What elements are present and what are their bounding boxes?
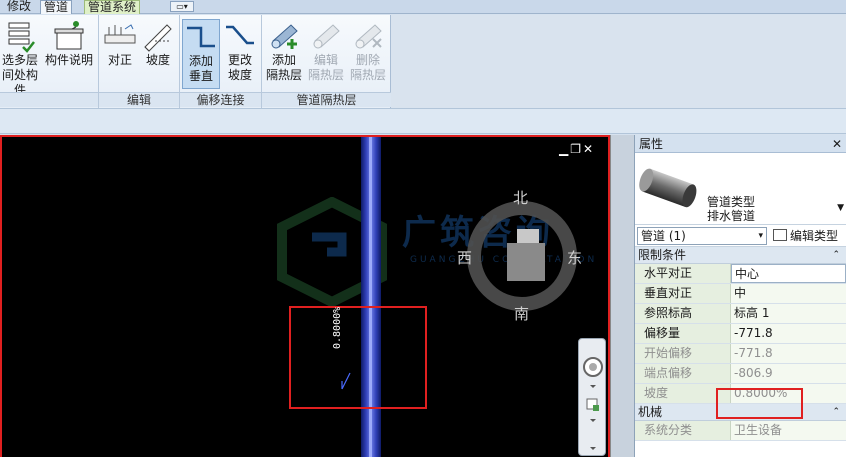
- compass-south[interactable]: 南: [514, 303, 529, 324]
- tab-pipe[interactable]: 管道: [40, 0, 73, 14]
- prop-value-end-offset: -806.9: [731, 364, 846, 383]
- prop-row-end-offset: 端点偏移 -806.9: [635, 364, 846, 384]
- delete-insulation-line1: 删除: [355, 53, 380, 67]
- slope-label: 坡度: [145, 53, 170, 67]
- add-insulation-line2: 隔热层: [265, 68, 302, 82]
- drawing-view[interactable]: 广筑咨询 GUANGZHU CONSULTATION ▁❐✕ 北 南 东 西 0…: [0, 135, 610, 457]
- slope-icon: [141, 19, 175, 53]
- add-vertical-line2: 垂直: [188, 69, 213, 83]
- slope-button[interactable]: 坡度: [140, 19, 176, 89]
- panel-label-offset: 偏移连接: [180, 92, 261, 107]
- restore-icon[interactable]: ❐: [570, 142, 583, 156]
- type-name: 管道类型 排水管道: [707, 195, 755, 223]
- type-name-label: 排水管道: [707, 209, 756, 223]
- prop-value-reference-level[interactable]: 标高 1: [731, 304, 846, 323]
- compass-north[interactable]: 北: [513, 187, 528, 208]
- properties-title: 属性: [639, 137, 664, 151]
- options-bar: [0, 108, 846, 134]
- edit-insulation-line1: 编辑: [313, 53, 338, 67]
- tab-pipe-system[interactable]: 管道系统: [84, 0, 141, 14]
- edit-type-label: 编辑类型: [790, 229, 839, 243]
- prop-value-horizontal-justification[interactable]: 中心: [731, 264, 846, 283]
- prop-row-offset[interactable]: 偏移量 -771.8: [635, 324, 846, 344]
- component-description-label: 构件说明: [44, 53, 93, 67]
- select-multi-line1: 选多层: [1, 53, 38, 67]
- prop-row-system-classification: 系统分类 卫生设备: [635, 421, 846, 441]
- group-constraints-label: 限制条件: [638, 248, 687, 262]
- prop-value-start-offset: -771.8: [731, 344, 846, 363]
- group-mechanical-label: 机械: [638, 405, 663, 419]
- ribbon-tab-bar: 修改 管道 管道系统 ▭▾: [0, 0, 846, 14]
- collapse-icon[interactable]: ⌃: [832, 404, 840, 420]
- close-icon[interactable]: ✕: [832, 135, 842, 153]
- edit-insulation-icon: [309, 19, 343, 53]
- edit-insulation-line2: 隔热层: [307, 68, 344, 82]
- edit-type-icon: [773, 229, 787, 241]
- change-slope-button[interactable]: 更改 坡度: [222, 19, 258, 89]
- change-slope-icon: [223, 19, 257, 53]
- component-icon: [52, 19, 86, 53]
- change-slope-line2: 坡度: [227, 68, 252, 82]
- compass-west[interactable]: 西: [457, 247, 472, 268]
- compass-east[interactable]: 东: [567, 247, 582, 268]
- view-cube-top: [517, 229, 539, 243]
- view-cube[interactable]: 北 南 东 西: [457, 189, 582, 323]
- add-vertical-icon: [184, 20, 218, 54]
- add-insulation-button[interactable]: 添加 隔热层: [264, 19, 304, 89]
- prop-value-vertical-justification[interactable]: 中: [731, 284, 846, 303]
- panel-label-insulation: 管道隔热层: [262, 92, 391, 107]
- selection-row: 管道 (1) ▾ 编辑类型: [635, 225, 846, 247]
- chevron-down-icon: ▾: [758, 231, 763, 241]
- group-constraints[interactable]: 限制条件 ⌃: [635, 247, 846, 264]
- properties-header: 属性 ✕: [635, 135, 846, 153]
- delete-insulation-line2: 隔热层: [349, 68, 386, 82]
- view-cube-face[interactable]: [507, 243, 545, 281]
- highlight-box-slope: [716, 388, 803, 419]
- select-multi-level-button[interactable]: 选多层 间处构件: [0, 19, 40, 97]
- view-side-strip: [610, 135, 634, 457]
- minimize-icon[interactable]: ▁: [559, 142, 570, 156]
- prop-row-horizontal-justification[interactable]: 水平对正 中心: [635, 264, 846, 284]
- component-description-button[interactable]: 构件说明: [42, 19, 96, 89]
- add-vertical-line1: 添加: [188, 54, 213, 68]
- prop-row-vertical-justification[interactable]: 垂直对正 中: [635, 284, 846, 304]
- view-window-controls: ▁❐✕: [559, 143, 595, 155]
- instance-filter-value: 管道 (1): [641, 229, 686, 243]
- ribbon: 选多层 间处构件 构件说明 对正 坡度 添加 垂直 更改 坡度 添加 隔热层 编…: [0, 15, 391, 108]
- highlight-box-view: [289, 306, 427, 409]
- revit-window: 修改 管道 管道系统 ▭▾ 选多层 间处构件 构件说明 对正 坡度 添加 垂直 …: [0, 0, 846, 457]
- chevron-down-icon[interactable]: ▼: [837, 203, 844, 213]
- type-selector[interactable]: 管道类型 排水管道 ▼: [635, 153, 846, 225]
- add-insulation-icon: [267, 19, 301, 53]
- layers-list-icon: [3, 19, 37, 53]
- delete-insulation-button[interactable]: 删除 隔热层: [348, 19, 388, 89]
- pipe-centerline: [369, 137, 372, 457]
- add-insulation-line1: 添加: [271, 53, 296, 67]
- edit-type-button[interactable]: 编辑类型: [773, 227, 838, 245]
- ribbon-minimize-icon[interactable]: ▭▾: [170, 1, 194, 12]
- panel-label-select: [0, 92, 98, 107]
- prop-row-reference-level[interactable]: 参照标高 标高 1: [635, 304, 846, 324]
- add-vertical-button[interactable]: 添加 垂直: [182, 19, 220, 89]
- justify-button[interactable]: 对正: [102, 19, 138, 89]
- prop-value-system-classification: 卫生设备: [731, 421, 846, 440]
- type-family-label: 管道类型: [707, 195, 756, 209]
- slope-annotation: 0.8000%: [332, 306, 343, 349]
- close-icon[interactable]: ✕: [583, 142, 595, 156]
- delete-insulation-icon: [351, 19, 385, 53]
- panel-label-edit: 编辑: [99, 92, 179, 107]
- prop-value-offset[interactable]: -771.8: [731, 324, 846, 343]
- change-slope-line1: 更改: [227, 53, 252, 67]
- pipe-thumbnail-icon: [639, 157, 703, 219]
- justify-icon: [103, 19, 137, 53]
- instance-filter-select[interactable]: 管道 (1) ▾: [637, 227, 767, 245]
- tab-modify[interactable]: 修改: [4, 0, 34, 14]
- justify-label: 对正: [107, 53, 132, 67]
- navigation-bar: [578, 338, 606, 456]
- ribbon-empty-area: [391, 15, 846, 108]
- slope-arrow-icon: [341, 372, 351, 390]
- edit-insulation-button[interactable]: 编辑 隔热层: [306, 19, 346, 89]
- collapse-icon[interactable]: ⌃: [832, 247, 840, 263]
- prop-row-start-offset: 开始偏移 -771.8: [635, 344, 846, 364]
